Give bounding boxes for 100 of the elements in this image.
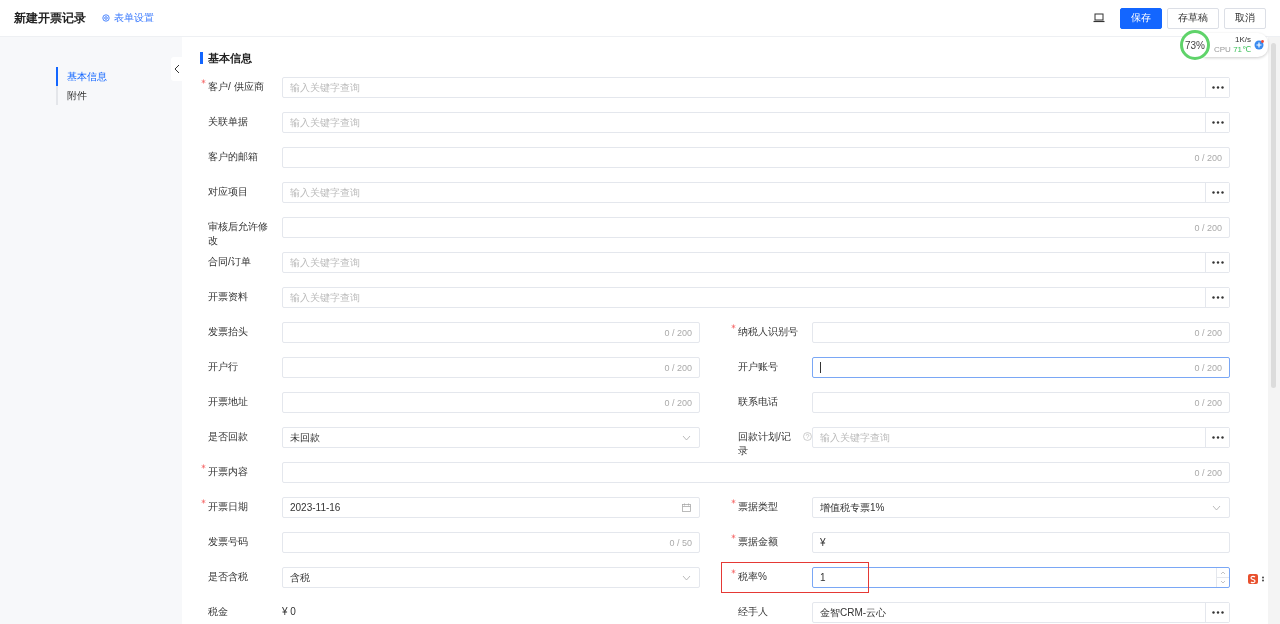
text-cursor	[820, 362, 821, 373]
header-button[interactable]: 取消	[1224, 7, 1266, 29]
char-counter: 0 / 200	[1194, 222, 1223, 233]
placeholder-text: 输入关键字查询	[290, 81, 360, 93]
lookup-field[interactable]: 输入关键字查询	[282, 112, 1230, 133]
input-field[interactable]: 0 / 200	[812, 322, 1230, 343]
chevron-down-icon	[682, 434, 691, 441]
input-field[interactable]: 0 / 200	[282, 147, 1230, 168]
ellipsis-icon	[1211, 191, 1224, 194]
field-label: 关联单据	[208, 115, 248, 129]
field-label: 客户的邮箱	[208, 150, 258, 164]
char-counter: 0 / 200	[1194, 467, 1223, 478]
placeholder-text: 输入关键字查询	[290, 116, 360, 128]
char-counter: 0 / 200	[1194, 397, 1223, 408]
field-value: 2023-11-16	[290, 502, 341, 513]
boost-icon[interactable]	[1254, 40, 1264, 50]
input-field[interactable]: ¥	[812, 532, 1230, 553]
chevron-left-icon	[173, 64, 180, 74]
field-value: 含税	[290, 571, 310, 583]
field-label: 对应项目	[208, 185, 248, 199]
field-label: 合同/订单	[208, 255, 251, 269]
form-settings-link[interactable]: 表单设置	[102, 11, 154, 25]
field-label: 是否含税	[208, 570, 248, 584]
input-field[interactable]: 0 / 200	[282, 217, 1230, 238]
field-label: 发票抬头	[208, 325, 248, 339]
field-label: 回款计划/记录	[738, 430, 792, 458]
field-value: ¥ 0	[282, 605, 296, 619]
field-label: 联系电话	[738, 395, 778, 409]
date-field[interactable]: 2023-11-16	[282, 497, 700, 518]
field-label: 是否回款	[208, 430, 248, 444]
more-button[interactable]	[1205, 183, 1229, 202]
cpu-temperature: CPU 71℃	[1214, 45, 1251, 55]
scrollbar[interactable]	[1268, 37, 1280, 624]
input-field[interactable]: 0 / 200	[812, 392, 1230, 413]
input-field[interactable]: 0 / 200	[282, 322, 700, 343]
lookup-field[interactable]: 金智CRM-云心	[812, 602, 1230, 623]
more-button[interactable]	[1205, 428, 1229, 447]
field-label: 开票内容	[208, 465, 248, 479]
settings-icon	[102, 14, 110, 22]
char-counter: 0 / 200	[664, 327, 693, 338]
field-label: 开票地址	[208, 395, 248, 409]
more-button[interactable]	[1205, 78, 1229, 97]
input-field[interactable]: 0 / 50	[282, 532, 700, 553]
field-label: 税金	[208, 605, 228, 619]
more-button[interactable]	[1205, 253, 1229, 272]
chevron-down-icon	[1212, 504, 1221, 511]
field-label: 开户账号	[738, 360, 778, 374]
field-label: 发票号码	[208, 535, 248, 549]
char-counter: 0 / 200	[664, 397, 693, 408]
select-field[interactable]: 未回款	[282, 427, 700, 448]
input-field[interactable]: 0 / 200	[282, 462, 1230, 483]
field-label: 开票资料	[208, 290, 248, 304]
lookup-field[interactable]: 输入关键字查询	[282, 287, 1230, 308]
sidebar-item[interactable]: 附件	[56, 86, 157, 105]
field-value: 增值税专票1%	[820, 501, 885, 513]
input-field[interactable]: 0 / 200	[282, 392, 700, 413]
field-value: ¥	[820, 537, 826, 548]
field-label: 票据金额	[738, 535, 778, 549]
placeholder-text: 输入关键字查询	[820, 431, 890, 443]
select-field[interactable]: 含税	[282, 567, 700, 588]
field-value: 未回款	[290, 431, 320, 443]
save-button[interactable]: 保存	[1120, 7, 1162, 29]
sidebar-item[interactable]: 基本信息	[56, 67, 157, 86]
more-button[interactable]	[1205, 288, 1229, 307]
more-button[interactable]	[1205, 113, 1229, 132]
collapse-button[interactable]	[171, 57, 182, 81]
lookup-field[interactable]: 输入关键字查询	[282, 182, 1230, 203]
lookup-field[interactable]: 输入关键字查询	[812, 427, 1230, 448]
placeholder-text: 输入关键字查询	[290, 291, 360, 303]
input-field[interactable]: 0 / 200	[282, 357, 700, 378]
field-label: 审核后允许修改	[208, 220, 269, 248]
calendar-icon	[682, 503, 691, 512]
field-label: 开票日期	[208, 500, 248, 514]
field-label: 客户/ 供应商	[208, 80, 264, 94]
ellipsis-icon	[1211, 121, 1224, 124]
char-counter: 0 / 200	[1194, 327, 1223, 338]
lookup-field[interactable]: 输入关键字查询	[282, 77, 1230, 98]
field-value: 金智CRM-云心	[820, 606, 887, 618]
input-field[interactable]: 0 / 200	[812, 357, 1230, 378]
char-counter: 0 / 200	[1194, 362, 1223, 373]
placeholder-text: 输入关键字查询	[290, 186, 360, 198]
more-button[interactable]	[1205, 603, 1229, 622]
char-counter: 0 / 200	[664, 362, 693, 373]
ellipsis-icon	[1211, 261, 1224, 264]
ellipsis-icon	[1211, 86, 1224, 89]
field-label: 票据类型	[738, 500, 778, 514]
network-speed: 1K/s	[1234, 35, 1251, 45]
chevron-down-icon	[682, 574, 691, 581]
placeholder-text: 输入关键字查询	[290, 256, 360, 268]
laptop-icon[interactable]	[1093, 13, 1105, 23]
input-method-icon[interactable]	[1248, 574, 1266, 584]
field-label: 开户行	[208, 360, 238, 374]
usage-gauge[interactable]: 73%	[1180, 30, 1210, 60]
select-field[interactable]: 增值税专票1%	[812, 497, 1230, 518]
header-button[interactable]: 存草稿	[1167, 7, 1219, 29]
number-field[interactable]: 1	[812, 567, 1230, 588]
ellipsis-icon	[1211, 436, 1224, 439]
field-label: 纳税人识别号	[738, 325, 798, 339]
field-label: 经手人	[738, 605, 768, 619]
lookup-field[interactable]: 输入关键字查询	[282, 252, 1230, 273]
